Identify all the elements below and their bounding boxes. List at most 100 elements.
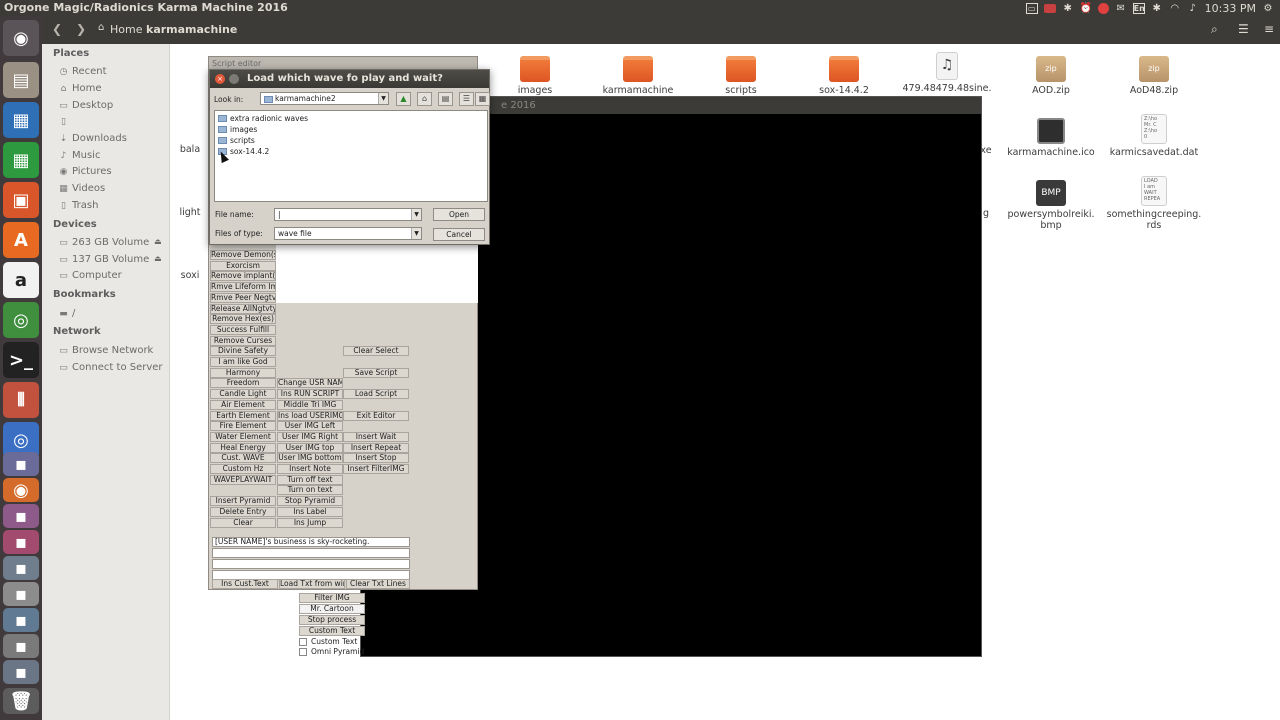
file-item[interactable]: karmamachine <box>583 56 693 96</box>
app-icon[interactable]: ▪ <box>3 608 39 632</box>
editor-command-button[interactable]: Ins RUN SCRIPT <box>277 389 343 399</box>
search-icon[interactable]: ⌕ <box>1211 22 1218 37</box>
file-item-partial[interactable]: light <box>170 207 210 218</box>
wifi-icon[interactable]: ◠ <box>1169 3 1181 14</box>
editor-command-button[interactable]: Insert Pyramid <box>210 496 276 506</box>
file-item[interactable]: zip AoD48.zip <box>1099 56 1209 96</box>
editor-command-button[interactable]: Remove implant(s) <box>210 271 276 281</box>
back-arrow-icon[interactable]: ❮ <box>52 22 62 36</box>
sidebar-item-home[interactable]: ⌂ Home <box>58 83 102 94</box>
editor-command-button[interactable]: Earth Element <box>210 411 276 421</box>
open-button[interactable]: Open <box>433 208 485 221</box>
list-item[interactable]: images <box>218 125 257 134</box>
custom-text-checkbox[interactable]: Custom Text <box>299 637 357 646</box>
sidebar-item-documents[interactable]: ▯ <box>58 117 72 127</box>
keyboard-layout-indicator[interactable]: En <box>1132 2 1145 14</box>
editor-command-button[interactable]: Harmony <box>210 368 276 378</box>
breadcrumb-current[interactable]: karmamachine <box>146 23 237 36</box>
editor-command-button[interactable]: Ins load USERIMG <box>277 411 343 421</box>
sidebar-item-pictures[interactable]: ◉ Pictures <box>58 166 112 177</box>
omni-pyramid-checkbox[interactable]: Omni Pyramid <box>299 647 364 656</box>
forward-arrow-icon[interactable]: ❯ <box>76 22 86 36</box>
writer-icon[interactable]: ▦ <box>3 102 39 138</box>
look-in-select[interactable]: karmamachine2 ▼ <box>260 92 389 105</box>
stop-icon[interactable] <box>1097 2 1109 14</box>
alarm-icon[interactable]: ⏰ <box>1080 3 1092 14</box>
editor-command-button[interactable]: Air Element <box>210 400 276 410</box>
file-item[interactable]: sox-14.4.2 <box>789 56 899 96</box>
sidebar-item-downloads[interactable]: ⇣ Downloads <box>58 133 127 144</box>
home-folder-icon[interactable]: ⌂ <box>417 92 432 106</box>
chevron-down-icon[interactable]: ▼ <box>411 228 421 239</box>
sidebar-item-volume-263[interactable]: ▭ 263 GB Volume ⏏ <box>58 237 161 248</box>
record-icon[interactable] <box>1043 3 1056 13</box>
sidebar-item-trash[interactable]: ▯ Trash <box>58 200 98 211</box>
editor-command-button[interactable]: Ins Jump <box>277 518 343 528</box>
clock[interactable]: 10:33 PM <box>1205 2 1256 15</box>
editor-action-button[interactable]: Clear Select <box>343 346 409 356</box>
editor-command-button[interactable]: Rmve Lifeform Impl <box>210 282 276 292</box>
editor-command-button[interactable]: Ins Label <box>277 507 343 517</box>
editor-command-button[interactable]: Exorcism <box>210 261 276 271</box>
editor-command-button[interactable]: User IMG Left <box>277 421 343 431</box>
editor-command-button[interactable]: Remove Demon(s) <box>210 250 276 260</box>
editor-command-button[interactable]: User IMG top <box>277 443 343 453</box>
editor-command-button[interactable]: Turn on text <box>277 485 343 495</box>
editor-command-button[interactable]: Clear <box>210 518 276 528</box>
editor-command-button[interactable]: User IMG Right <box>277 432 343 442</box>
new-folder-icon[interactable]: ▤ <box>438 92 453 106</box>
sidebar-item-videos[interactable]: ▦ Videos <box>58 183 105 194</box>
file-list[interactable]: extra radionic waves images scripts sox-… <box>214 110 488 202</box>
clear-txt-lines-button[interactable]: Clear Txt Lines <box>346 579 410 589</box>
app-icon[interactable]: ▪ <box>3 634 39 658</box>
trash-icon[interactable]: 🗑 <box>3 688 39 714</box>
ubuntu-dash-icon[interactable]: ◉ <box>3 20 39 56</box>
close-icon[interactable]: × <box>215 74 225 84</box>
text-line-input[interactable] <box>212 559 410 569</box>
filter-img-button[interactable]: Filter IMG <box>299 593 365 603</box>
list-item[interactable]: scripts <box>218 136 255 145</box>
sidebar-item-music[interactable]: ♪ Music <box>58 150 101 161</box>
gear-icon[interactable]: ⚙ <box>1262 3 1274 14</box>
file-item[interactable]: ♫ 479.48479.48sine. <box>892 52 1002 94</box>
sidebar-item-browse-network[interactable]: ▭ Browse Network <box>58 345 153 356</box>
editor-command-button[interactable]: Insert Note <box>277 464 343 474</box>
text-line-input[interactable]: [USER NAME]'s business is sky-rocketing. <box>212 537 410 547</box>
editor-action-button[interactable]: Save Script <box>343 368 409 378</box>
editor-command-button[interactable]: Change USR NAME <box>277 378 343 388</box>
breadcrumb-home[interactable]: Home <box>110 23 142 36</box>
apps-icon[interactable]: ▪ <box>3 452 39 476</box>
editor-command-button[interactable]: Rmve Peer Negtvty <box>210 293 276 303</box>
file-item[interactable]: images <box>480 56 590 96</box>
files-of-type-select[interactable]: wave file ▼ <box>274 227 422 240</box>
editor-command-button[interactable]: Insert FilterIMG <box>343 464 409 474</box>
list-view-icon[interactable]: ☰ <box>459 92 474 106</box>
editor-action-button[interactable]: Load Script <box>343 389 409 399</box>
cancel-button[interactable]: Cancel <box>433 228 485 241</box>
sidebar-item-root[interactable]: ▬ / <box>58 308 75 319</box>
list-item[interactable]: extra radionic waves <box>218 114 308 123</box>
editor-command-button[interactable]: Fire Element <box>210 421 276 431</box>
editor-command-button[interactable]: Heal Energy <box>210 443 276 453</box>
eject-icon[interactable]: ⏏ <box>154 254 162 263</box>
chrome-icon[interactable]: ◎ <box>3 302 39 338</box>
editor-command-button[interactable]: Water Element <box>210 432 276 442</box>
terminal-icon[interactable]: >_ <box>3 342 39 378</box>
editor-command-button[interactable]: I am like God <box>210 357 276 367</box>
file-item-partial[interactable]: bala <box>170 144 210 155</box>
window-icon[interactable]: ▭ <box>1025 2 1038 14</box>
load-wave-dialog[interactable]: × Load which wave fo play and wait? Look… <box>209 69 490 245</box>
sidebar-item-connect-server[interactable]: ▭ Connect to Server <box>58 362 162 373</box>
checkbox-box[interactable] <box>299 647 307 656</box>
load-txt-from-win-button[interactable]: Load Txt from win <box>279 579 345 589</box>
file-item[interactable]: BMP powersymbolreiki. bmp <box>996 180 1106 231</box>
app-icon[interactable]: ▪ <box>3 530 39 554</box>
editor-command-button[interactable]: User IMG bottom <box>277 453 343 463</box>
details-view-icon[interactable]: ▦ <box>475 92 490 106</box>
script-list[interactable] <box>276 243 478 303</box>
editor-command-button[interactable]: Custom Hz <box>210 464 276 474</box>
calc-icon[interactable]: ▦ <box>3 142 39 178</box>
chevron-down-icon[interactable]: ▼ <box>411 209 421 220</box>
app-icon[interactable]: ▪ <box>3 582 39 606</box>
file-name-input[interactable]: | ▼ <box>274 208 422 221</box>
